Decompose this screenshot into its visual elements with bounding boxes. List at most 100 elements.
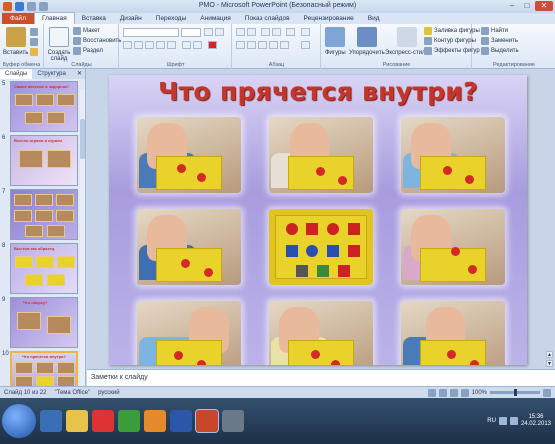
slide-photo[interactable] xyxy=(137,209,241,285)
underline-icon[interactable] xyxy=(145,41,154,49)
start-button[interactable] xyxy=(2,404,36,438)
tab-home[interactable]: Главная xyxy=(33,12,75,24)
tab-insert[interactable]: Вставка xyxy=(75,13,113,24)
shadow-icon[interactable] xyxy=(167,41,176,49)
font-color-icon[interactable] xyxy=(208,41,217,49)
close-button[interactable]: ✕ xyxy=(535,1,553,11)
shapes-button[interactable]: Фигуры xyxy=(325,27,346,56)
minimize-button[interactable]: – xyxy=(505,1,519,11)
language-indicator[interactable]: русский xyxy=(94,390,124,396)
thumbnail-slide-8[interactable]: 8 Выстои как образец xyxy=(2,243,82,295)
thumbnail-scrollbar[interactable] xyxy=(80,89,85,399)
change-case-icon[interactable] xyxy=(193,41,202,49)
tab-design[interactable]: Дизайн xyxy=(113,13,149,24)
normal-view-icon[interactable] xyxy=(427,388,436,397)
thumbnail-slide-7[interactable]: 7 xyxy=(2,189,82,241)
network-icon[interactable] xyxy=(498,417,507,425)
notes-pane[interactable]: Заметки к слайду xyxy=(87,369,555,386)
zoom-slider[interactable] xyxy=(490,389,540,396)
slide-photo[interactable] xyxy=(137,301,241,365)
reset-button[interactable]: Восстановить xyxy=(73,37,121,45)
format-painter-icon[interactable] xyxy=(30,48,38,56)
explorer-icon[interactable] xyxy=(66,410,88,432)
powerpoint-icon[interactable] xyxy=(195,409,219,433)
zoom-level[interactable]: 100% xyxy=(472,390,487,396)
new-slide-button[interactable]: Создать слайд xyxy=(48,27,70,62)
align-center-icon[interactable] xyxy=(247,41,256,49)
slide-title[interactable]: Что прячется внутри? xyxy=(109,77,527,106)
slide-photo[interactable] xyxy=(269,301,373,365)
replace-button[interactable]: Заменить xyxy=(481,37,518,45)
previous-slide-icon[interactable]: ▲ xyxy=(546,351,553,358)
tab-review[interactable]: Рецензирование xyxy=(297,13,361,24)
tab-outline[interactable]: Структура xyxy=(32,69,70,79)
volume-icon[interactable] xyxy=(509,417,518,425)
numbering-icon[interactable] xyxy=(247,28,256,36)
align-right-icon[interactable] xyxy=(258,41,267,49)
language-indicator[interactable]: RU xyxy=(487,418,496,424)
columns-icon[interactable] xyxy=(280,41,289,49)
slide-photo[interactable] xyxy=(401,301,505,365)
ie-icon[interactable] xyxy=(40,410,62,432)
thumbnail-slide-9[interactable]: 9 Что сверху? xyxy=(2,297,82,349)
torrent-icon[interactable] xyxy=(118,410,140,432)
slide-sorter-icon[interactable] xyxy=(438,388,447,397)
tab-slideshow[interactable]: Показ слайдов xyxy=(238,13,297,24)
tab-view[interactable]: Вид xyxy=(361,13,387,24)
next-slide-icon[interactable]: ▼ xyxy=(546,360,553,367)
section-button[interactable]: Раздел xyxy=(73,47,103,55)
maximize-button[interactable]: □ xyxy=(520,1,534,11)
strikethrough-icon[interactable] xyxy=(156,41,165,49)
justify-icon[interactable] xyxy=(269,41,278,49)
increase-indent-icon[interactable] xyxy=(272,28,281,36)
redo-icon[interactable] xyxy=(39,2,48,11)
folder-icon[interactable] xyxy=(222,410,244,432)
italic-icon[interactable] xyxy=(134,41,143,49)
tab-animations[interactable]: Анимация xyxy=(193,13,238,24)
slide-photo[interactable] xyxy=(401,209,505,285)
save-icon[interactable] xyxy=(15,2,24,11)
find-button[interactable]: Найти xyxy=(481,27,508,35)
fit-slide-icon[interactable] xyxy=(543,388,551,397)
arrange-button[interactable]: Упорядочить xyxy=(349,27,385,56)
tab-transitions[interactable]: Переходы xyxy=(149,13,194,24)
decrease-indent-icon[interactable] xyxy=(261,28,270,36)
slide-photo[interactable] xyxy=(269,209,373,285)
paint-icon[interactable] xyxy=(144,410,166,432)
align-text-icon[interactable] xyxy=(301,41,310,49)
thumbnail-slide-6[interactable]: 6 Весело играем и играем xyxy=(2,135,82,187)
font-name-select[interactable] xyxy=(123,28,179,37)
slide-photo[interactable] xyxy=(269,117,373,193)
shrink-font-icon[interactable] xyxy=(215,28,224,36)
grow-font-icon[interactable] xyxy=(204,28,213,36)
shape-fill-button[interactable]: Заливка фигуры xyxy=(424,27,480,35)
word-icon[interactable] xyxy=(170,410,192,432)
quick-styles-button[interactable]: Экспресс-стили xyxy=(385,27,429,56)
reading-view-icon[interactable] xyxy=(449,388,458,397)
font-size-select[interactable] xyxy=(181,28,201,37)
clock[interactable]: 15:36 24.02.2013 xyxy=(521,414,551,428)
panel-close-icon[interactable]: ✕ xyxy=(77,69,85,79)
select-button[interactable]: Выделить xyxy=(481,47,519,55)
layout-button[interactable]: Макет xyxy=(73,27,100,35)
paste-button[interactable]: Вставить xyxy=(3,27,28,56)
bullets-icon[interactable] xyxy=(236,28,245,36)
powerpoint-app-icon[interactable] xyxy=(3,2,12,11)
slide-photo[interactable] xyxy=(401,117,505,193)
shape-outline-button[interactable]: Контур фигуры xyxy=(424,37,476,45)
tab-slides[interactable]: Слайды xyxy=(0,69,33,79)
align-left-icon[interactable] xyxy=(236,41,245,49)
slide-canvas[interactable]: Что прячется внутри? xyxy=(109,75,527,365)
slide-photo[interactable] xyxy=(137,117,241,193)
yandex-icon[interactable] xyxy=(92,410,114,432)
char-spacing-icon[interactable] xyxy=(182,41,191,49)
bold-icon[interactable] xyxy=(123,41,132,49)
thumbnail-slide-5[interactable]: 5 Самое веселое и задорное! xyxy=(2,81,82,133)
copy-icon[interactable] xyxy=(30,38,38,46)
slideshow-icon[interactable] xyxy=(460,388,469,397)
undo-icon[interactable] xyxy=(27,2,36,11)
text-direction-icon[interactable] xyxy=(301,28,310,36)
cut-icon[interactable] xyxy=(30,28,38,36)
shape-effects-button[interactable]: Эффекты фигур xyxy=(424,47,480,55)
line-spacing-icon[interactable] xyxy=(286,28,295,36)
